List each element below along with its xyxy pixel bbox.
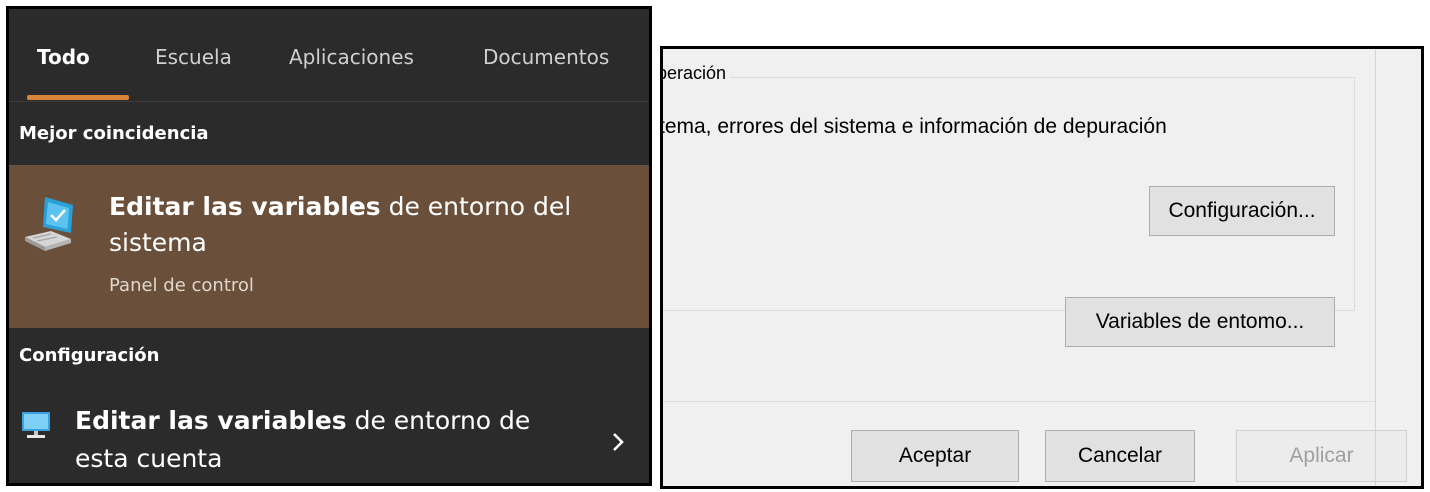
cancel-button[interactable]: Cancelar [1045, 430, 1195, 482]
best-match-title-highlight: Editar las variables [109, 192, 381, 221]
ok-button[interactable]: Aceptar [851, 430, 1019, 482]
tab-aplicaciones[interactable]: Aplicaciones [289, 45, 414, 69]
search-panel: Todo Escuela Aplicaciones Documentos Mej… [6, 6, 652, 486]
configuration-button[interactable]: Configuración... [1149, 186, 1335, 236]
settings-result-item[interactable]: Editar las variables de entorno de esta … [9, 397, 649, 483]
active-tab-indicator [27, 95, 129, 100]
monitor-icon [22, 412, 50, 438]
search-tabs: Todo Escuela Aplicaciones Documentos [9, 9, 649, 102]
tab-todo[interactable]: Todo [37, 45, 90, 69]
best-match-title: Editar las variables de entorno del sist… [109, 189, 629, 261]
dialog-panel-edge [1375, 49, 1376, 486]
best-match-subtitle: Panel de control [109, 275, 254, 296]
settings-result-title-highlight: Editar las variables [75, 406, 347, 435]
chevron-right-icon[interactable] [607, 431, 629, 453]
groupbox-description: tema, errores del sistema e información … [660, 115, 1167, 138]
environment-variables-button[interactable]: Variables de entomo... [1065, 297, 1335, 347]
best-match-header: Mejor coincidencia [19, 123, 209, 144]
dialog-button-separator [663, 401, 1375, 402]
system-properties-dialog: peración tema, errores del sistema e inf… [660, 46, 1424, 489]
tab-escuela[interactable]: Escuela [155, 45, 232, 69]
settings-result-title: Editar las variables de entorno de esta … [75, 402, 545, 478]
tab-documentos[interactable]: Documentos [483, 45, 609, 69]
best-match-result[interactable]: Editar las variables de entorno del sist… [9, 165, 649, 328]
groupbox-label: peración [663, 63, 731, 84]
settings-header: Configuración [19, 345, 160, 366]
apply-button[interactable]: Aplicar [1236, 430, 1407, 482]
computer-settings-icon [25, 197, 73, 251]
